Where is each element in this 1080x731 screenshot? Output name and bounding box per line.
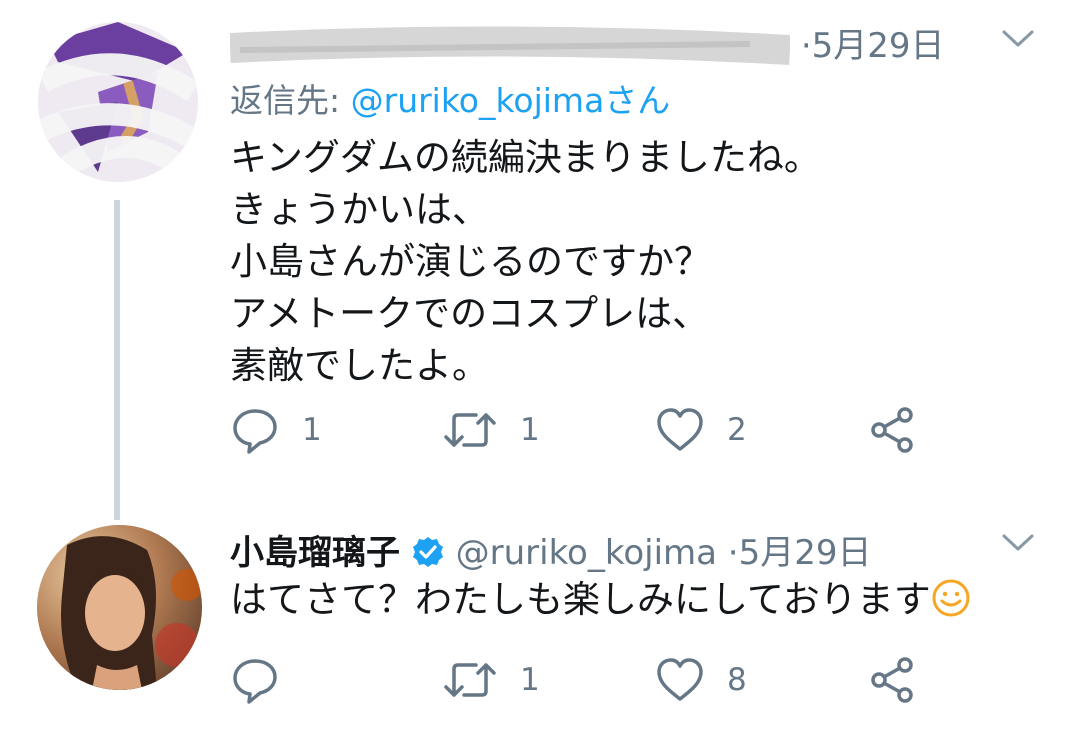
like-count: 2 (727, 412, 747, 448)
reply-icon (233, 409, 277, 454)
chevron-down-icon[interactable] (998, 522, 1038, 562)
tweet-text: はてさて？わたしも楽しみにしております (230, 574, 971, 626)
separator-dot: · (727, 533, 739, 573)
avatar-ruriko-kojima[interactable] (37, 525, 202, 690)
retweet-icon (444, 663, 496, 697)
tweet-actions: 1 8 (230, 655, 930, 705)
retweet-count: 1 (520, 412, 540, 448)
retweet-button[interactable]: 1 (442, 655, 540, 705)
heart-icon (657, 408, 703, 451)
thread-connector-line (114, 200, 120, 520)
tweet-text-line: きょうかいは、 (230, 188, 489, 231)
tweet-text-line: アメトークでのコスプレは、 (230, 292, 710, 335)
reply-count: 1 (302, 412, 322, 448)
smiling-face-emoji (932, 579, 970, 617)
user-handle[interactable]: @ruriko_kojima (456, 533, 717, 573)
replying-to: 返信先: @ruriko_kojimaさん (230, 74, 670, 122)
display-name[interactable]: 小島瑠璃子 (230, 533, 400, 573)
like-button[interactable]: 2 (655, 405, 747, 455)
share-button[interactable] (867, 655, 917, 705)
timestamp[interactable]: 5月29日 (739, 533, 872, 573)
tweet-text: キングダムの続編決まりましたね。 きょうかいは、 小島さんが演じるのですか？ ア… (230, 132, 821, 392)
like-button[interactable]: 8 (655, 655, 747, 705)
retweet-count: 1 (520, 662, 540, 698)
tweet-text-line: 素敵でしたよ。 (230, 344, 489, 387)
tweet-text-line: 小島さんが演じるのですか？ (230, 240, 711, 283)
share-button[interactable] (867, 405, 917, 455)
verified-badge-icon (412, 537, 443, 567)
replying-to-mention[interactable]: @ruriko_kojimaさん (351, 81, 671, 120)
reply-button[interactable]: 1 (230, 405, 322, 455)
chevron-down-icon[interactable] (998, 18, 1038, 58)
reply-button[interactable] (230, 655, 302, 705)
share-icon (871, 407, 913, 453)
tweet-text-line: キングダムの続編決まりましたね。 (230, 136, 821, 179)
obscured-name-handle (230, 25, 790, 65)
tweet-actions: 1 1 2 (230, 405, 930, 455)
reply-icon (233, 659, 277, 704)
tweet-header: ·5月29日 (230, 18, 945, 70)
tweet-header: 小島瑠璃子 @ruriko_kojima ·5月29日 (230, 525, 872, 574)
tweet-reply-from-user[interactable]: ·5月29日 返信先: @ruriko_kojimaさん キングダムの続編決まり… (0, 0, 1080, 520)
timestamp[interactable]: 5月29日 (812, 26, 945, 66)
retweet-button[interactable]: 1 (442, 405, 540, 455)
heart-icon (657, 658, 703, 701)
separator-dot: · (800, 26, 812, 66)
share-icon (871, 657, 913, 703)
like-count: 8 (727, 662, 747, 698)
tweet-text-content: はてさて？わたしも楽しみにしております (230, 578, 931, 621)
avatar-obscured[interactable] (38, 22, 198, 182)
replying-to-label: 返信先: (230, 81, 341, 120)
retweet-icon (444, 413, 496, 447)
